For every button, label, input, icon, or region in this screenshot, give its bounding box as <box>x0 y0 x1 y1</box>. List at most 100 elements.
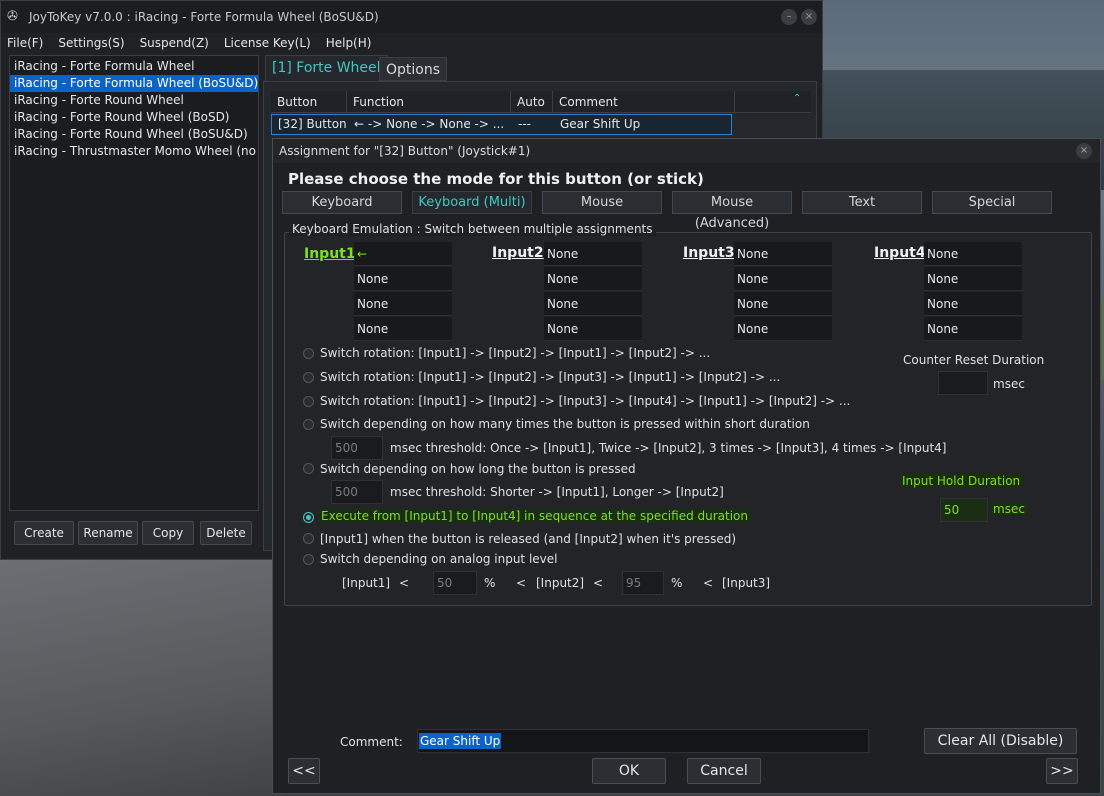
input1-slot-1[interactable]: ← <box>354 242 452 266</box>
menu-settings[interactable]: Settings(S) <box>58 36 124 50</box>
radio-press-length[interactable] <box>303 463 314 474</box>
mode-heading: Please choose the mode for this button (… <box>288 170 704 188</box>
profile-item-selected[interactable]: iRacing - Forte Formula Wheel (BoSU&D) <box>10 75 258 92</box>
tab-mouse-advanced[interactable]: Mouse (Advanced) <box>672 191 792 231</box>
minimize-button[interactable]: – <box>781 9 797 25</box>
dialog-title: Assignment for "[32] Button" (Joystick#1… <box>273 139 1100 163</box>
analog-input2: [Input2] <box>536 576 585 590</box>
row-auto: --- <box>518 117 531 131</box>
tab-forte-wheel[interactable]: [1] Forte Wheel <box>265 55 388 81</box>
tab-keyboard[interactable]: Keyboard <box>282 191 402 214</box>
tab-special[interactable]: Special <box>932 191 1052 214</box>
analog-lt-3: < <box>593 576 604 590</box>
table-row[interactable]: [32] Button ← -> None -> None -> ... ---… <box>271 114 732 135</box>
input2-slot-2[interactable]: None <box>544 267 642 291</box>
menu-license-key[interactable]: License Key(L) <box>224 36 311 50</box>
input4-slot-3[interactable]: None <box>924 292 1022 316</box>
press-count-threshold-input[interactable]: 500 <box>331 436 383 460</box>
menu-file[interactable]: File(F) <box>7 36 43 50</box>
scroll-up-icon[interactable]: ⌃ <box>793 93 801 104</box>
menu-suspend[interactable]: Suspend(Z) <box>140 36 209 50</box>
copy-button[interactable]: Copy <box>142 521 194 545</box>
radio-analog[interactable] <box>303 554 314 565</box>
comment-field[interactable]: Gear Shift Up <box>417 729 869 753</box>
input3-slot-2[interactable]: None <box>734 267 832 291</box>
analog-lt-1: < <box>399 576 410 590</box>
input3-slot-3[interactable]: None <box>734 292 832 316</box>
menu-bar: File(F) Settings(S) Suspend(Z) License K… <box>1 33 822 53</box>
radio-rotation-4[interactable] <box>303 396 314 407</box>
comment-value: Gear Shift Up <box>419 733 502 749</box>
tab-keyboard-multi[interactable]: Keyboard (Multi) <box>412 191 532 214</box>
cancel-button[interactable]: Cancel <box>687 758 761 784</box>
option-press-count[interactable]: Switch depending on how many times the b… <box>320 417 810 431</box>
profile-item[interactable]: iRacing - Forte Round Wheel (BoSD) <box>10 109 258 126</box>
option-released[interactable]: [Input1] when the button is released (an… <box>320 532 736 546</box>
analog-threshold-2[interactable]: 95 <box>622 571 664 595</box>
input2-slot-1[interactable]: None <box>544 242 642 266</box>
input2-slot-3[interactable]: None <box>544 292 642 316</box>
option-analog[interactable]: Switch depending on analog input level <box>320 552 557 566</box>
option-press-length[interactable]: Switch depending on how long the button … <box>320 462 636 476</box>
next-button[interactable]: >> <box>1046 758 1078 784</box>
counter-reset-input[interactable] <box>938 371 988 395</box>
analog-pct-2: % <box>671 576 683 590</box>
row-comment: Gear Shift Up <box>560 117 641 131</box>
input1-slot-3[interactable]: None <box>354 292 452 316</box>
window-title: JoyToKey v7.0.0 : iRacing - Forte Formul… <box>29 10 379 24</box>
input1-slot-4[interactable]: None <box>354 317 452 341</box>
dialog-close-button[interactable]: × <box>1076 143 1092 159</box>
input1-slot-2[interactable]: None <box>354 267 452 291</box>
profile-item[interactable]: iRacing - Thrustmaster Momo Wheel (no <box>10 143 258 160</box>
profile-list[interactable]: iRacing - Forte Formula Wheel iRacing - … <box>9 55 259 511</box>
hold-duration-input[interactable]: 50 <box>940 498 988 522</box>
analog-input1: [Input1] <box>342 576 391 590</box>
col-button[interactable]: Button <box>271 91 347 112</box>
tab-text[interactable]: Text <box>802 191 922 214</box>
create-button[interactable]: Create <box>14 521 74 545</box>
profile-item[interactable]: iRacing - Forte Round Wheel <box>10 92 258 109</box>
tab-mouse[interactable]: Mouse <box>542 191 662 214</box>
analog-threshold-1[interactable]: 50 <box>433 571 477 595</box>
assignment-dialog: Assignment for "[32] Button" (Joystick#1… <box>272 138 1101 794</box>
radio-rotation-2[interactable] <box>303 348 314 359</box>
delete-button[interactable]: Delete <box>200 521 252 545</box>
input4-slot-4[interactable]: None <box>924 317 1022 341</box>
radio-released[interactable] <box>303 533 314 544</box>
input2-label[interactable]: Input2 <box>492 245 544 261</box>
input4-label[interactable]: Input4 <box>874 245 926 261</box>
press-count-description: msec threshold: Once -> [Input1], Twice … <box>390 441 947 455</box>
analog-pct-1: % <box>484 576 496 590</box>
group-title: Keyboard Emulation : Switch between mult… <box>289 222 656 236</box>
ok-button[interactable]: OK <box>592 758 666 784</box>
option-rotation-4[interactable]: Switch rotation: [Input1] -> [Input2] ->… <box>320 394 850 408</box>
input3-slot-4[interactable]: None <box>734 317 832 341</box>
radio-sequence[interactable] <box>303 512 314 523</box>
option-rotation-2[interactable]: Switch rotation: [Input1] -> [Input2] ->… <box>320 346 710 360</box>
input4-slot-1[interactable]: None <box>924 242 1022 266</box>
radio-press-count[interactable] <box>303 419 314 430</box>
previous-button[interactable]: << <box>288 758 320 784</box>
option-sequence[interactable]: Execute from [Input1] to [Input4] in seq… <box>319 509 751 523</box>
tab-options[interactable]: Options <box>379 57 448 81</box>
option-rotation-3[interactable]: Switch rotation: [Input1] -> [Input2] ->… <box>320 370 780 384</box>
counter-reset-unit: msec <box>993 377 1025 391</box>
col-auto[interactable]: Auto <box>511 91 553 112</box>
input2-slot-4[interactable]: None <box>544 317 642 341</box>
press-length-description: msec threshold: Shorter -> [Input1], Lon… <box>390 485 724 499</box>
input1-label[interactable]: Input1 <box>304 246 356 262</box>
col-function[interactable]: Function <box>347 91 511 112</box>
profile-item[interactable]: iRacing - Forte Round Wheel (BoSU&D) <box>10 126 258 143</box>
input3-slot-1[interactable]: None <box>734 242 832 266</box>
background-road <box>0 560 300 796</box>
press-length-threshold-input[interactable]: 500 <box>331 480 383 504</box>
radio-rotation-3[interactable] <box>303 372 314 383</box>
input3-label[interactable]: Input3 <box>683 245 735 261</box>
close-button[interactable]: × <box>801 9 817 25</box>
menu-help[interactable]: Help(H) <box>326 36 372 50</box>
input4-slot-2[interactable]: None <box>924 267 1022 291</box>
col-comment[interactable]: Comment <box>553 91 735 112</box>
profile-item[interactable]: iRacing - Forte Formula Wheel <box>10 58 258 75</box>
clear-all-button[interactable]: Clear All (Disable) <box>924 728 1077 754</box>
rename-button[interactable]: Rename <box>78 521 138 545</box>
